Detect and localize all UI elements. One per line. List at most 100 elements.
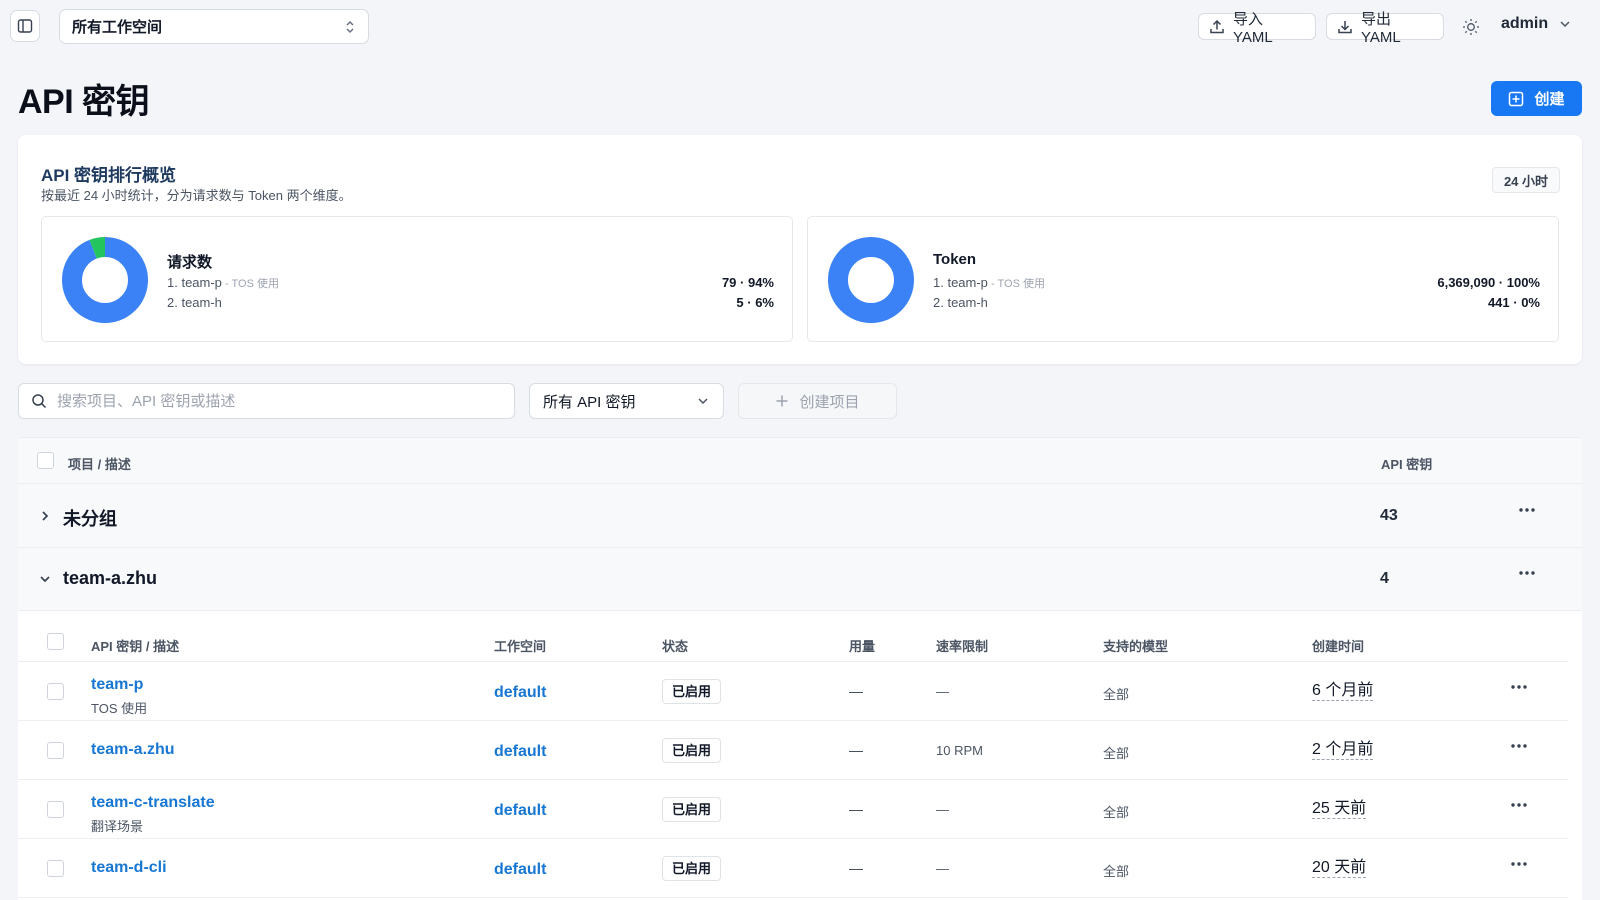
key-name-link[interactable]: team-c-translate bbox=[91, 794, 215, 812]
chevron-right-icon[interactable] bbox=[38, 509, 52, 523]
row-checkbox[interactable] bbox=[47, 683, 64, 700]
column-header-status: 状态 bbox=[662, 639, 689, 654]
table-row: team-c-translate 翻译场景 default 已启用 — — 全部… bbox=[18, 780, 1568, 839]
rate-limit-value: 10 RPM bbox=[936, 743, 983, 758]
usage-value: — bbox=[849, 860, 863, 876]
workspace-link[interactable]: default bbox=[494, 743, 546, 761]
tokens-donut-chart bbox=[828, 237, 914, 323]
column-header-models: 支持的模型 bbox=[1103, 639, 1169, 654]
group-key-count: 4 bbox=[1380, 570, 1389, 587]
workspace-link[interactable]: default bbox=[494, 802, 546, 820]
search-box[interactable] bbox=[18, 383, 515, 419]
rate-limit-value: — bbox=[936, 802, 949, 817]
tokens-rank-1-value: 6,369,090 · 100% bbox=[1437, 275, 1540, 290]
requests-donut-chart bbox=[62, 237, 148, 323]
api-key-filter-select[interactable]: 所有 API 密钥 bbox=[529, 383, 724, 419]
select-all-checkbox[interactable] bbox=[37, 452, 54, 469]
key-name-link[interactable]: team-p bbox=[91, 676, 143, 694]
status-badge: 已启用 bbox=[662, 679, 722, 704]
models-value: 全部 bbox=[1103, 746, 1130, 761]
theme-toggle-button[interactable] bbox=[1460, 16, 1482, 38]
rank-sub: - TOS 使用 bbox=[221, 278, 279, 290]
api-key-filter-value: 所有 API 密钥 bbox=[543, 393, 636, 411]
select-all-keys-checkbox[interactable] bbox=[47, 633, 64, 650]
tokens-rank-2-value: 441 · 0% bbox=[1487, 295, 1540, 310]
usage-value: — bbox=[849, 742, 863, 758]
status-badge: 已启用 bbox=[662, 797, 722, 822]
models-value: 全部 bbox=[1103, 687, 1130, 702]
tokens-rank-2: 2. team-h bbox=[933, 295, 988, 310]
chevron-up-down-icon bbox=[344, 19, 356, 35]
import-yaml-label: 导入 YAML bbox=[1233, 10, 1273, 46]
group-name: 未分组 bbox=[63, 509, 117, 529]
create-project-button[interactable]: 创建项目 bbox=[738, 383, 897, 419]
table-row: team-a.zhu default 已启用 — 10 RPM 全部 2 个月前 bbox=[18, 721, 1568, 780]
workspace-select[interactable]: 所有工作空间 bbox=[59, 9, 369, 44]
ranking-overview-card: API 密钥排行概览 按最近 24 小时统计，分为请求数与 Token 两个维度… bbox=[18, 135, 1582, 364]
requests-rank-2: 2. team-h bbox=[167, 295, 222, 310]
user-name: admin bbox=[1501, 15, 1549, 32]
page-title: API 密钥 bbox=[18, 83, 150, 121]
key-name-link[interactable]: team-d-cli bbox=[91, 859, 167, 877]
rank-sub: - TOS 使用 bbox=[987, 278, 1045, 290]
created-time: 20 天前 bbox=[1312, 859, 1367, 878]
sidebar-toggle-button[interactable] bbox=[10, 10, 40, 42]
status-badge: 已启用 bbox=[662, 856, 722, 881]
key-description: 翻译场景 bbox=[91, 819, 144, 834]
rank-label: 1. team-p bbox=[167, 275, 222, 290]
group-key-count: 43 bbox=[1380, 507, 1398, 524]
status-badge: 已启用 bbox=[662, 738, 722, 763]
export-yaml-button[interactable]: 导出 YAML bbox=[1326, 11, 1444, 46]
tokens-ranking-panel: Token 1. team-p - TOS 使用 2. team-h 6,369… bbox=[807, 216, 1559, 342]
more-options-icon[interactable] bbox=[1510, 861, 1528, 867]
top-bar: 所有工作空间 导入 YAML 导出 YAML admin bbox=[0, 0, 1600, 54]
more-options-icon[interactable] bbox=[1518, 507, 1536, 513]
chevron-down-icon bbox=[696, 394, 710, 408]
row-checkbox[interactable] bbox=[47, 801, 64, 818]
chevron-down-icon bbox=[1558, 17, 1572, 31]
workspace-link[interactable]: default bbox=[494, 861, 546, 879]
column-header-api-keys: API 密钥 bbox=[1381, 457, 1433, 472]
plus-square-icon bbox=[1508, 91, 1524, 107]
search-input[interactable] bbox=[57, 392, 497, 410]
column-header-project: 项目 / 描述 bbox=[68, 457, 131, 472]
rate-limit-value: — bbox=[936, 684, 949, 699]
column-header-usage: 用量 bbox=[849, 639, 876, 654]
workspace-link[interactable]: default bbox=[494, 684, 546, 702]
rate-limit-value: — bbox=[936, 861, 949, 876]
import-yaml-button[interactable]: 导入 YAML bbox=[1198, 11, 1316, 46]
more-options-icon[interactable] bbox=[1510, 802, 1528, 808]
projects-table: 项目 / 描述 API 密钥 未分组 43 team-a.zhu 4 API 密… bbox=[18, 437, 1582, 900]
download-icon bbox=[1337, 19, 1353, 35]
row-checkbox[interactable] bbox=[47, 742, 64, 759]
tokens-panel-title: Token bbox=[933, 251, 977, 268]
sidebar-panel-icon bbox=[17, 18, 33, 34]
more-options-icon[interactable] bbox=[1510, 684, 1528, 690]
key-description: TOS 使用 bbox=[91, 701, 148, 716]
create-project-label: 创建项目 bbox=[799, 393, 860, 411]
search-icon bbox=[31, 393, 47, 409]
group-row-ungrouped[interactable]: 未分组 43 bbox=[18, 485, 1582, 548]
group-row-team-a-zhu[interactable]: team-a.zhu 4 bbox=[18, 548, 1582, 611]
plus-icon bbox=[775, 394, 789, 408]
export-yaml-label: 导出 YAML bbox=[1361, 10, 1401, 46]
chevron-down-icon[interactable] bbox=[38, 572, 52, 586]
row-checkbox[interactable] bbox=[47, 860, 64, 877]
donut-slice-1 bbox=[828, 237, 914, 323]
sun-icon bbox=[1462, 18, 1480, 36]
created-time: 25 天前 bbox=[1312, 800, 1367, 819]
key-name-link[interactable]: team-a.zhu bbox=[91, 741, 175, 759]
more-options-icon[interactable] bbox=[1518, 570, 1536, 576]
overview-title: API 密钥排行概览 bbox=[41, 166, 177, 185]
models-value: 全部 bbox=[1103, 864, 1130, 879]
user-menu[interactable]: admin bbox=[1501, 15, 1572, 33]
requests-rank-1-value: 79 · 94% bbox=[721, 275, 774, 290]
column-header-workspace: 工作空间 bbox=[494, 639, 547, 654]
created-time: 6 个月前 bbox=[1312, 682, 1374, 701]
rank-label: 2. team-h bbox=[933, 295, 988, 310]
group-name: team-a.zhu bbox=[63, 568, 158, 588]
created-time: 2 个月前 bbox=[1312, 741, 1374, 760]
more-options-icon[interactable] bbox=[1510, 743, 1528, 749]
create-button[interactable]: 创建 bbox=[1491, 81, 1582, 116]
requests-ranking-panel: 请求数 1. team-p - TOS 使用 2. team-h 79 · 94… bbox=[41, 216, 793, 342]
